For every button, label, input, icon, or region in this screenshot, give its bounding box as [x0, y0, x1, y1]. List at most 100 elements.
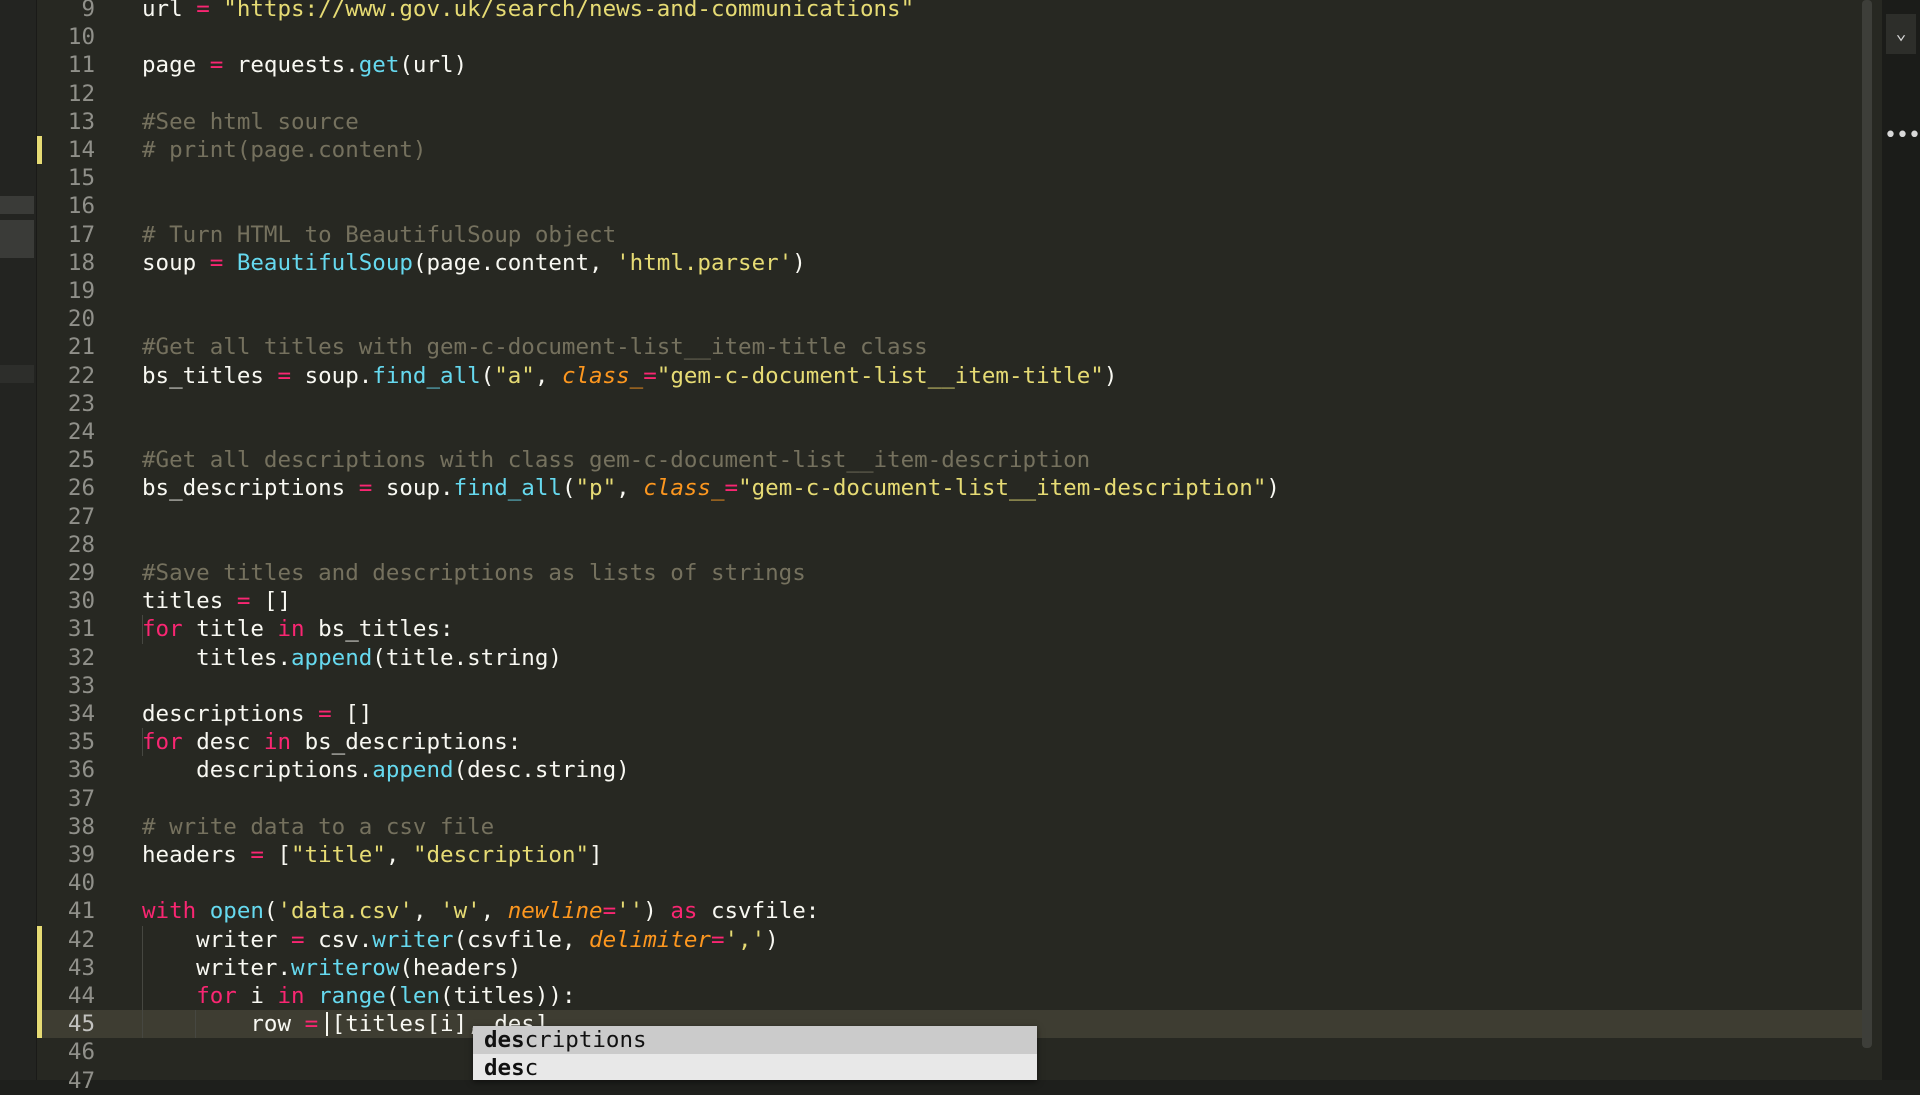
code-token: =: [277, 362, 305, 389]
code-token: title: [196, 616, 278, 643]
code-line-44[interactable]: 44 for i in range(len(titles)):: [37, 982, 1862, 1010]
code-line-31[interactable]: 31 for title in bs_titles:: [37, 615, 1862, 643]
code-token: requests.: [236, 52, 359, 79]
code-token: =: [196, 0, 224, 22]
code-line-33[interactable]: 33: [37, 672, 1862, 700]
code-token: find_all: [453, 475, 562, 502]
code-token: #Get all descriptions with class gem-c-d…: [142, 447, 1091, 474]
code-line-14[interactable]: 14 # print(page.content): [37, 136, 1862, 164]
code-token: =: [291, 926, 319, 953]
sidebar-tab[interactable]: [0, 365, 34, 383]
code-line-13[interactable]: 13 #See html source: [37, 108, 1862, 136]
code-token: (headers): [399, 954, 522, 981]
code-line-22[interactable]: 22 bs_titles = soup.find_all("a", class_=…: [37, 362, 1862, 390]
code-text: titles = []: [142, 587, 291, 615]
code-line-25[interactable]: 25 #Get all descriptions with class gem-c…: [37, 446, 1862, 474]
code-token: "gem-c-document-list__item-description": [738, 475, 1267, 502]
code-line-12[interactable]: 12: [37, 80, 1862, 108]
autocomplete-match: des: [484, 1055, 525, 1080]
chevron-down-icon[interactable]: ⌄: [1886, 14, 1916, 54]
sidebar-strip: [0, 0, 37, 1080]
line-number: 24: [67, 419, 95, 445]
code-line-29[interactable]: 29 #Save titles and descriptions as lists…: [37, 559, 1862, 587]
line-number: 10: [67, 24, 95, 51]
line-number: 44: [67, 983, 95, 1009]
code-token: i: [250, 983, 278, 1009]
code-token: =: [643, 362, 657, 389]
code-token: get: [358, 52, 400, 79]
code-token: writerow: [291, 954, 400, 981]
code-token: (: [263, 898, 278, 925]
code-editor[interactable]: 9 url = "https://www.gov.uk/search/news-a…: [37, 0, 1862, 1094]
line-number: 23: [67, 390, 95, 417]
code-line-23[interactable]: 23: [37, 390, 1862, 418]
code-line-15[interactable]: 15: [37, 164, 1862, 192]
code-line-16[interactable]: 16: [37, 192, 1862, 220]
code-line-42[interactable]: 42 writer = csv.writer(csvfile, delimite…: [37, 926, 1862, 954]
line-number: 25: [67, 447, 95, 474]
code-token: open: [209, 898, 264, 925]
modified-line-marker: [37, 982, 42, 1010]
code-token: titles.: [142, 644, 292, 671]
code-line-11[interactable]: 11 page = requests.get(url): [37, 51, 1862, 79]
code-token: bs_titles: [142, 362, 278, 389]
code-line-18[interactable]: 18 soup = BeautifulSoup(page.content, 'ht…: [37, 249, 1862, 277]
ellipsis-icon[interactable]: •••: [1884, 124, 1920, 148]
code-line-19[interactable]: 19: [37, 277, 1862, 305]
line-number: 41: [67, 898, 95, 925]
code-token: class_: [561, 362, 644, 389]
code-line-37[interactable]: 37: [37, 785, 1862, 813]
modified-line-marker: [37, 953, 42, 982]
code-token: # Turn HTML to BeautifulSoup object: [142, 221, 617, 248]
code-text: bs_descriptions = soup.find_all("p", cla…: [142, 474, 1280, 502]
line-number: 34: [67, 701, 95, 727]
text-cursor: [326, 1012, 328, 1037]
line-number: 19: [67, 278, 95, 304]
line-number: 13: [67, 108, 95, 135]
code-token: (titles)):: [440, 983, 576, 1009]
code-line-40[interactable]: 40: [37, 869, 1862, 897]
code-line-24[interactable]: 24: [37, 418, 1862, 446]
sidebar-tab[interactable]: [0, 196, 34, 214]
code-line-38[interactable]: 38 # write data to a csv file: [37, 813, 1862, 841]
autocomplete-match: des: [484, 1027, 525, 1053]
code-line-35[interactable]: 35 for desc in bs_descriptions:: [37, 728, 1862, 756]
code-line-28[interactable]: 28: [37, 531, 1862, 559]
code-line-36[interactable]: 36 descriptions.append(desc.string): [37, 756, 1862, 784]
code-line-21[interactable]: 21 #Get all titles with gem-c-document-li…: [37, 333, 1862, 361]
sidebar-tab-active[interactable]: [0, 220, 34, 258]
code-token: ,: [412, 898, 441, 925]
line-number: 47: [67, 1067, 95, 1094]
code-token: =: [209, 52, 237, 79]
vertical-scrollbar[interactable]: [1862, 0, 1872, 1048]
code-line-26[interactable]: 26 bs_descriptions = soup.find_all("p", c…: [37, 474, 1862, 502]
code-line-41[interactable]: 41 with open('data.csv', 'w', newline='')…: [37, 897, 1862, 925]
code-token: desc: [196, 729, 264, 756]
code-line-34[interactable]: 34 descriptions = []: [37, 700, 1862, 728]
code-line-43[interactable]: 43 writer.writerow(headers): [37, 954, 1862, 982]
line-number: 31: [67, 616, 95, 643]
autocomplete-popup[interactable]: descriptions desc: [473, 1026, 1037, 1080]
code-text: headers = ["title", "description"]: [142, 841, 603, 869]
line-number: 14: [67, 137, 95, 163]
code-line-30[interactable]: 30 titles = []: [37, 587, 1862, 615]
code-line-32[interactable]: 32 titles.append(title.string): [37, 644, 1862, 672]
code-token: ): [1103, 362, 1118, 389]
code-line-17[interactable]: 17 # Turn HTML to BeautifulSoup object: [37, 221, 1862, 249]
autocomplete-item[interactable]: desc: [473, 1054, 1037, 1080]
line-number: 30: [67, 588, 95, 615]
code-token: ,: [534, 362, 562, 389]
code-line-27[interactable]: 27: [37, 503, 1862, 531]
code-line-9[interactable]: 9 url = "https://www.gov.uk/search/news-a…: [37, 0, 1862, 23]
line-number: 20: [67, 306, 95, 333]
code-token: [: [277, 842, 292, 868]
code-line-20[interactable]: 20: [37, 305, 1862, 333]
code-token: descriptions: [142, 701, 319, 727]
code-text: #See html source: [142, 108, 359, 136]
right-panel: [1882, 0, 1920, 1080]
autocomplete-item[interactable]: descriptions: [473, 1026, 1037, 1054]
code-line-39[interactable]: 39 headers = ["title", "description"]: [37, 841, 1862, 869]
code-line-10[interactable]: 10: [37, 23, 1862, 51]
code-token: "description": [412, 842, 590, 868]
code-token: BeautifulSoup: [236, 249, 413, 276]
